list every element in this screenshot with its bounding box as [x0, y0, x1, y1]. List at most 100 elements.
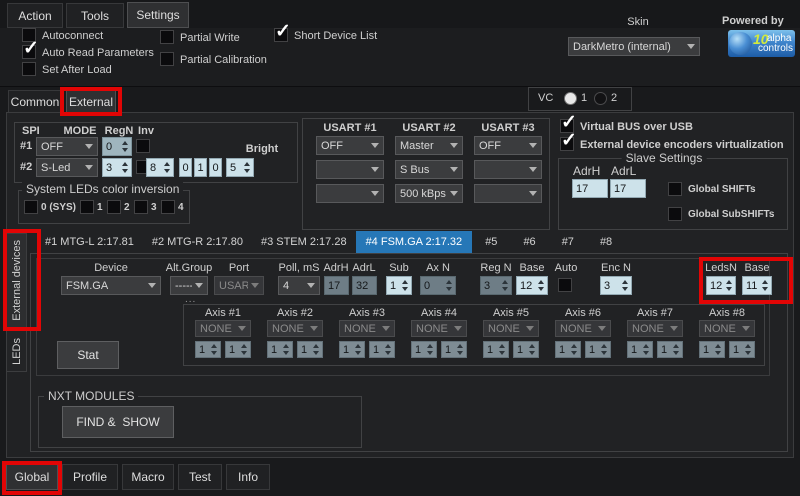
spinner-arrows-icon[interactable]	[569, 344, 579, 355]
bottom-tab-info[interactable]: Info	[226, 464, 270, 490]
spinner-arrows-icon[interactable]	[209, 344, 219, 355]
spinner-arrows-icon[interactable]	[455, 344, 465, 355]
sysled-0-checkbox[interactable]	[24, 200, 38, 214]
partial-calibration-checkbox[interactable]	[160, 52, 174, 66]
alpha-controls-logo[interactable]: 10 alpha controls	[728, 30, 795, 57]
spinner-arrows-icon[interactable]	[641, 344, 651, 355]
base-spinner[interactable]: 12	[516, 276, 548, 295]
spi2-field-2[interactable]: 1	[194, 158, 207, 177]
slave-adrh-field[interactable]: 17	[572, 179, 608, 198]
axis8-spinner-b[interactable]: 1	[729, 341, 755, 358]
encoders-virtualization-checkbox[interactable]	[560, 137, 574, 151]
device-tab-1[interactable]: #1 MTG-L 2:17.81	[36, 231, 143, 253]
usart3-baud-select[interactable]	[474, 184, 542, 203]
usart2-baud-select[interactable]: 500 kBps	[395, 184, 463, 203]
tab-common[interactable]: Common	[8, 90, 62, 113]
spinner-arrows-icon[interactable]	[353, 344, 363, 355]
spinner-arrows-icon[interactable]	[500, 280, 510, 291]
spi2-val-spinner[interactable]: 8	[146, 158, 174, 177]
find-show-button[interactable]: FIND & SHOW	[62, 406, 174, 438]
tab-external[interactable]: External	[66, 90, 116, 113]
device-tab-7[interactable]: #7	[549, 231, 587, 253]
axis5-spinner-a[interactable]: 1	[483, 341, 509, 358]
menu-tab-tools[interactable]: Tools	[66, 3, 124, 28]
device-tab-8[interactable]: #8	[587, 231, 625, 253]
axis6-mode-select[interactable]: NONE	[555, 320, 611, 337]
usart2-proto-select[interactable]: S Bus	[395, 160, 463, 179]
usart3-proto-select[interactable]	[474, 160, 542, 179]
axis8-spinner-a[interactable]: 1	[699, 341, 725, 358]
axis2-mode-select[interactable]: NONE	[267, 320, 323, 337]
spinner-arrows-icon[interactable]	[242, 162, 252, 173]
side-tab-external-devices[interactable]: External devices	[6, 233, 27, 328]
axis2-spinner-a[interactable]: 1	[267, 341, 293, 358]
spinner-arrows-icon[interactable]	[120, 141, 130, 152]
global-shifts-checkbox[interactable]	[668, 182, 682, 196]
axis3-spinner-a[interactable]: 1	[339, 341, 365, 358]
bottom-tab-profile[interactable]: Profile	[62, 464, 118, 490]
device-tab-6[interactable]: #6	[510, 231, 548, 253]
axis6-spinner-b[interactable]: 1	[585, 341, 611, 358]
axis8-mode-select[interactable]: NONE	[699, 320, 755, 337]
usart2-mode-select[interactable]: Master	[395, 136, 463, 155]
auto-checkbox[interactable]	[558, 278, 572, 292]
sysled-1-checkbox[interactable]	[80, 200, 94, 214]
device-tab-4[interactable]: #4 FSM.GA 2:17.32	[356, 231, 473, 253]
skin-select[interactable]: DarkMetro (internal)	[568, 37, 700, 56]
spinner-arrows-icon[interactable]	[671, 344, 681, 355]
spinner-arrows-icon[interactable]	[383, 344, 393, 355]
spinner-arrows-icon[interactable]	[713, 344, 723, 355]
spinner-arrows-icon[interactable]	[444, 280, 454, 291]
device-adrl-field[interactable]: 32	[352, 276, 377, 295]
stat-button[interactable]: Stat	[57, 341, 119, 369]
led-base-spinner[interactable]: 11	[742, 276, 772, 295]
spi1-mode-select[interactable]: OFF	[36, 137, 98, 156]
vc-radio-2[interactable]	[594, 92, 607, 105]
vc-radio-1[interactable]	[564, 92, 577, 105]
usart1-baud-select[interactable]	[316, 184, 384, 203]
spinner-arrows-icon[interactable]	[497, 344, 507, 355]
axis1-spinner-b[interactable]: 1	[225, 341, 251, 358]
device-tab-5[interactable]: #5	[472, 231, 510, 253]
menu-tab-settings[interactable]: Settings	[127, 2, 189, 28]
axis7-mode-select[interactable]: NONE	[627, 320, 683, 337]
spi2-regn-spinner[interactable]: 3	[102, 158, 132, 177]
axis7-spinner-a[interactable]: 1	[627, 341, 653, 358]
spinner-arrows-icon[interactable]	[162, 162, 172, 173]
sysled-4-checkbox[interactable]	[161, 200, 175, 214]
axis4-mode-select[interactable]: NONE	[411, 320, 467, 337]
altgroup-select[interactable]: -----	[170, 276, 208, 295]
short-device-list-checkbox[interactable]	[274, 28, 288, 42]
axis6-spinner-a[interactable]: 1	[555, 341, 581, 358]
axis2-spinner-b[interactable]: 1	[297, 341, 323, 358]
spinner-arrows-icon[interactable]	[743, 344, 753, 355]
axis5-spinner-b[interactable]: 1	[513, 341, 539, 358]
spinner-arrows-icon[interactable]	[724, 280, 734, 291]
spi1-regn-spinner[interactable]: 0	[102, 137, 132, 156]
sysled-3-checkbox[interactable]	[134, 200, 148, 214]
spinner-arrows-icon[interactable]	[536, 280, 546, 291]
spinner-arrows-icon[interactable]	[527, 344, 537, 355]
menu-tab-action[interactable]: Action	[7, 3, 63, 28]
device-adrh-field[interactable]: 17	[324, 276, 349, 295]
spinner-arrows-icon[interactable]	[760, 280, 770, 291]
spi2-field-3[interactable]: 0	[209, 158, 222, 177]
bottom-tab-macro[interactable]: Macro	[122, 464, 174, 490]
bottom-tab-global[interactable]: Global	[6, 464, 58, 490]
axis4-spinner-b[interactable]: 1	[441, 341, 467, 358]
set-after-load-checkbox[interactable]	[22, 62, 36, 76]
spinner-arrows-icon[interactable]	[281, 344, 291, 355]
bottom-tab-test[interactable]: Test	[178, 464, 222, 490]
spinner-arrows-icon[interactable]	[120, 162, 130, 173]
axn-spinner[interactable]: 0	[420, 276, 456, 295]
device-tab-2[interactable]: #2 MTG-R 2:17.80	[143, 231, 252, 253]
spinner-arrows-icon[interactable]	[400, 280, 410, 291]
side-tab-leds[interactable]: LEDs	[6, 330, 27, 372]
ledsn-spinner[interactable]: 12	[706, 276, 736, 295]
spinner-arrows-icon[interactable]	[599, 344, 609, 355]
spinner-arrows-icon[interactable]	[620, 280, 630, 291]
spinner-arrows-icon[interactable]	[239, 344, 249, 355]
axis3-mode-select[interactable]: NONE	[339, 320, 395, 337]
spi1-inv-checkbox[interactable]	[136, 139, 150, 153]
spi2-mode-select[interactable]: S-Led	[36, 158, 98, 177]
